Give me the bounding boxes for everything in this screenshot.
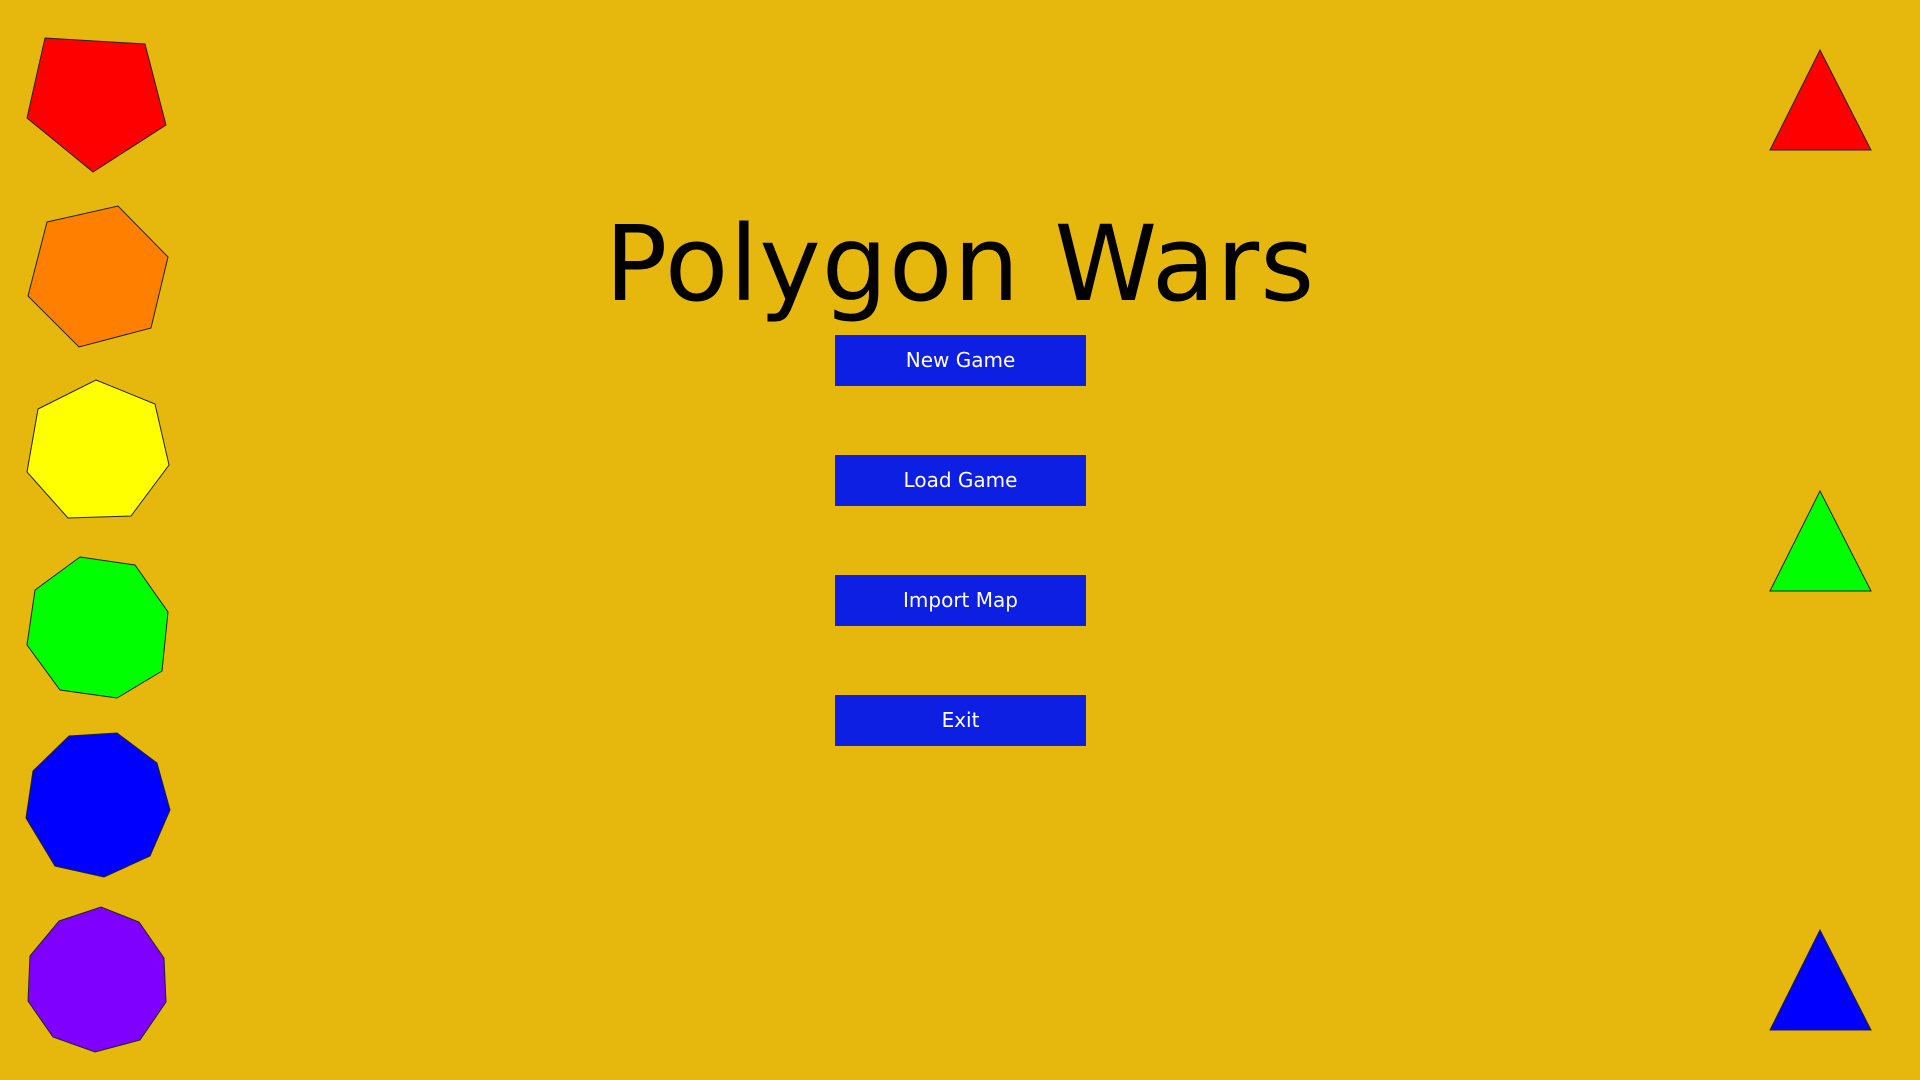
green-triangle-icon [1769, 489, 1872, 592]
decagon-icon [27, 906, 167, 1053]
octagon-icon [26, 556, 169, 699]
load-game-button[interactable]: Load Game [835, 455, 1086, 506]
main-menu-screen: Polygon Wars New Game Load Game Import M… [0, 0, 1920, 1080]
nonagon-icon [25, 732, 171, 878]
exit-button[interactable]: Exit [835, 695, 1086, 746]
import-map-button[interactable]: Import Map [835, 575, 1086, 626]
pentagon-icon [26, 37, 167, 173]
blue-triangle-icon [1769, 928, 1872, 1031]
new-game-button[interactable]: New Game [835, 335, 1086, 386]
decorative-shapes [25, 37, 1872, 1053]
heptagon-icon [26, 379, 170, 519]
game-title: Polygon Wars [604, 202, 1316, 325]
red-triangle-icon [1769, 48, 1872, 151]
